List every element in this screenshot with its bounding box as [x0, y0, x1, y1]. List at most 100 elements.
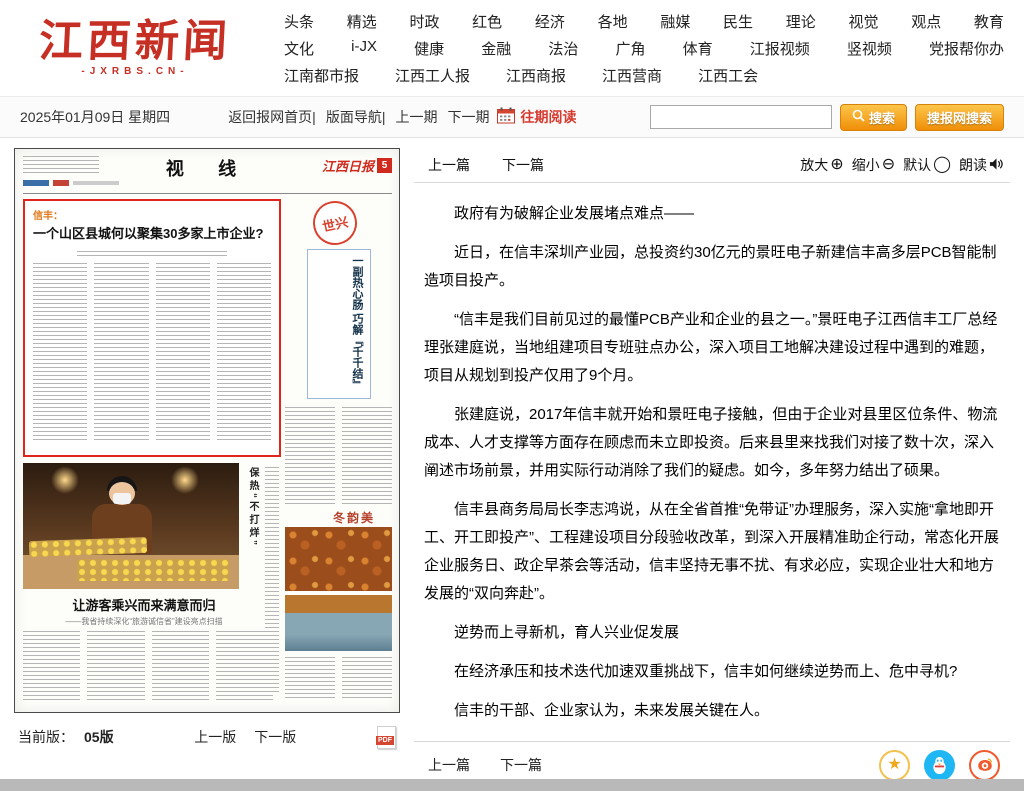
article-paragraph: 近日，在信丰深圳产业园，总投资约30亿元的景旺电子新建信丰高多层PCB智能制造项…	[424, 239, 1000, 295]
paper-divider	[23, 193, 392, 194]
nav-item[interactable]: 融媒	[660, 11, 690, 32]
nav-item[interactable]: 视觉	[848, 11, 878, 32]
fake-text-column	[23, 631, 80, 701]
site-logo[interactable]: 江西新闻 -JXRBS.CN-	[16, 19, 254, 77]
nav-item[interactable]: 体育	[683, 38, 713, 59]
nav-item[interactable]: 法治	[548, 38, 578, 59]
next-page-link[interactable]: 下一版	[254, 727, 296, 747]
newspaper-page-image[interactable]: 视 线 江西日报 5 信丰： 一个山区县城何以聚集30多家上市企业?	[14, 148, 400, 713]
current-page-value: 05版	[84, 727, 114, 747]
nav-item[interactable]: 竖视频	[847, 38, 892, 59]
paper-article-feature-highlighted[interactable]: 信丰： 一个山区县城何以聚集30多家上市企业?	[23, 199, 281, 457]
zoom-out-button[interactable]: 缩小 ⊖	[852, 155, 895, 175]
current-page-label: 当前版：	[18, 727, 74, 747]
archive-label: 往期阅读	[520, 107, 576, 127]
paper-section-title: 视 线	[133, 155, 283, 181]
nav-item[interactable]: 理论	[786, 11, 816, 32]
read-aloud-button[interactable]: 朗读	[959, 155, 1004, 175]
qq-share-icon[interactable]	[924, 750, 955, 781]
prev-article-link[interactable]: 上一篇	[428, 755, 470, 775]
next-issue-link[interactable]: 下一期	[447, 107, 489, 127]
nav-item[interactable]: 金融	[481, 38, 511, 59]
photo-side-caption: 保热“不打烊”	[245, 467, 260, 579]
article-paragraph: 信丰的干部、企业家认为，未来发展关键在人。	[424, 697, 1000, 725]
bottom-bar	[0, 779, 1024, 791]
weibo-share-icon[interactable]	[969, 750, 1000, 781]
zoom-in-icon: ⊕	[830, 157, 843, 173]
photo-light	[51, 466, 79, 494]
pdf-icon[interactable]: PDF	[377, 726, 396, 749]
archive-link[interactable]: 往期阅读	[497, 107, 576, 127]
nav-item[interactable]: 时政	[409, 11, 439, 32]
paper-masthead-right: 江西日报 5	[322, 156, 392, 175]
photo-article-subtitle: ——我省持续深化“旅游诚信省”建设亮点扫描	[23, 616, 265, 627]
search-button-label: 搜索	[869, 108, 895, 127]
default-size-icon: ◯	[933, 157, 951, 173]
logo-subtitle: -JXRBS.CN-	[16, 66, 254, 77]
page-directory-link[interactable]: 版面导航|	[326, 107, 386, 127]
back-home-link[interactable]: 返回报网首页|	[228, 107, 316, 127]
current-page-group: 当前版： 05版	[18, 727, 114, 747]
autumn-trees-photo[interactable]	[285, 527, 392, 591]
fake-text-column	[285, 657, 335, 701]
search-icon	[852, 109, 865, 125]
favorite-star-icon[interactable]: ★	[879, 750, 910, 781]
nav-item[interactable]: 江西商报	[506, 65, 566, 86]
nav-item[interactable]: 健康	[414, 38, 444, 59]
fake-text-column	[156, 263, 210, 443]
fake-text-column	[342, 407, 392, 505]
nav-item[interactable]: 江西工会	[698, 65, 758, 86]
fake-text-column	[94, 263, 148, 443]
prev-article-link[interactable]: 上一篇	[428, 155, 470, 175]
share-icons: ★	[879, 750, 1000, 781]
paper-page-number-badge: 5	[377, 158, 392, 173]
nav-item[interactable]: 江南都市报	[284, 65, 359, 86]
article-paragraph: 张建庭说，2017年信丰就开始和景旺电子接触，但由于企业对县里区位条件、物流成本…	[424, 401, 1000, 485]
zoom-in-label: 放大	[800, 155, 828, 175]
prev-page-link[interactable]: 上一版	[194, 727, 236, 747]
paper-name: 江西日报	[322, 156, 374, 175]
pdf-icon-label: PDF	[376, 736, 394, 745]
prev-issue-link[interactable]: 上一期	[395, 107, 437, 127]
fake-text-column	[285, 407, 335, 505]
default-size-button[interactable]: 默认 ◯	[903, 155, 951, 175]
nav-item[interactable]: 文化	[284, 38, 314, 59]
nav-item[interactable]: 民生	[723, 11, 753, 32]
nav-item[interactable]: 教育	[974, 11, 1004, 32]
nav-item[interactable]: 江报视频	[750, 38, 810, 59]
nav-item[interactable]: 江西工人报	[395, 65, 470, 86]
photo-light	[171, 466, 199, 494]
zoom-in-button[interactable]: 放大 ⊕	[800, 155, 843, 175]
nav-item[interactable]: 江西营商	[602, 65, 662, 86]
search-input[interactable]	[650, 105, 832, 129]
nav-item[interactable]: 观点	[911, 11, 941, 32]
next-article-link[interactable]: 下一篇	[500, 755, 542, 775]
paper-photo-article[interactable]	[23, 463, 239, 589]
nav-item[interactable]: 广角	[615, 38, 645, 59]
logo-title: 江西新闻	[15, 19, 255, 65]
lake-photo[interactable]	[285, 595, 392, 651]
toolbar-links: 返回报网首页| 版面导航| 上一期 下一期	[228, 107, 489, 127]
fake-text-column	[87, 631, 144, 701]
nav-item[interactable]: 头条	[284, 11, 314, 32]
current-date: 2025年01月09日 星期四	[20, 107, 170, 127]
side-text-columns	[285, 657, 392, 701]
page-preview-panel: 视 线 江西日报 5 信丰： 一个山区县城何以聚集30多家上市企业?	[14, 148, 400, 788]
paper-photo-article-caption[interactable]: 让游客乘兴而来满意而归 ——我省持续深化“旅游诚信省”建设亮点扫描	[23, 595, 265, 627]
fake-text-column	[217, 263, 271, 443]
search-button[interactable]: 搜索	[840, 104, 907, 131]
reader-toolbar: 上一篇 下一篇 放大 ⊕ 缩小 ⊖ 默认 ◯ 朗读	[414, 148, 1010, 183]
calendar-icon	[497, 107, 515, 127]
fake-text-column	[342, 657, 392, 701]
nav-item[interactable]: 经济	[535, 11, 565, 32]
photo-person-mask	[113, 493, 131, 504]
nav-item[interactable]: 精选	[347, 11, 377, 32]
nav-item[interactable]: 党报帮你办	[929, 38, 1004, 59]
nav-item[interactable]: 各地	[598, 11, 628, 32]
nav-item[interactable]: i-JX	[351, 38, 377, 59]
next-article-link[interactable]: 下一篇	[502, 155, 544, 175]
paper-side-article[interactable]: 一副热心肠 巧解『千千结』	[307, 249, 371, 399]
site-search-button[interactable]: 搜报网搜索	[915, 104, 1004, 131]
paper-masthead-info	[23, 156, 99, 174]
nav-item[interactable]: 红色	[472, 11, 502, 32]
